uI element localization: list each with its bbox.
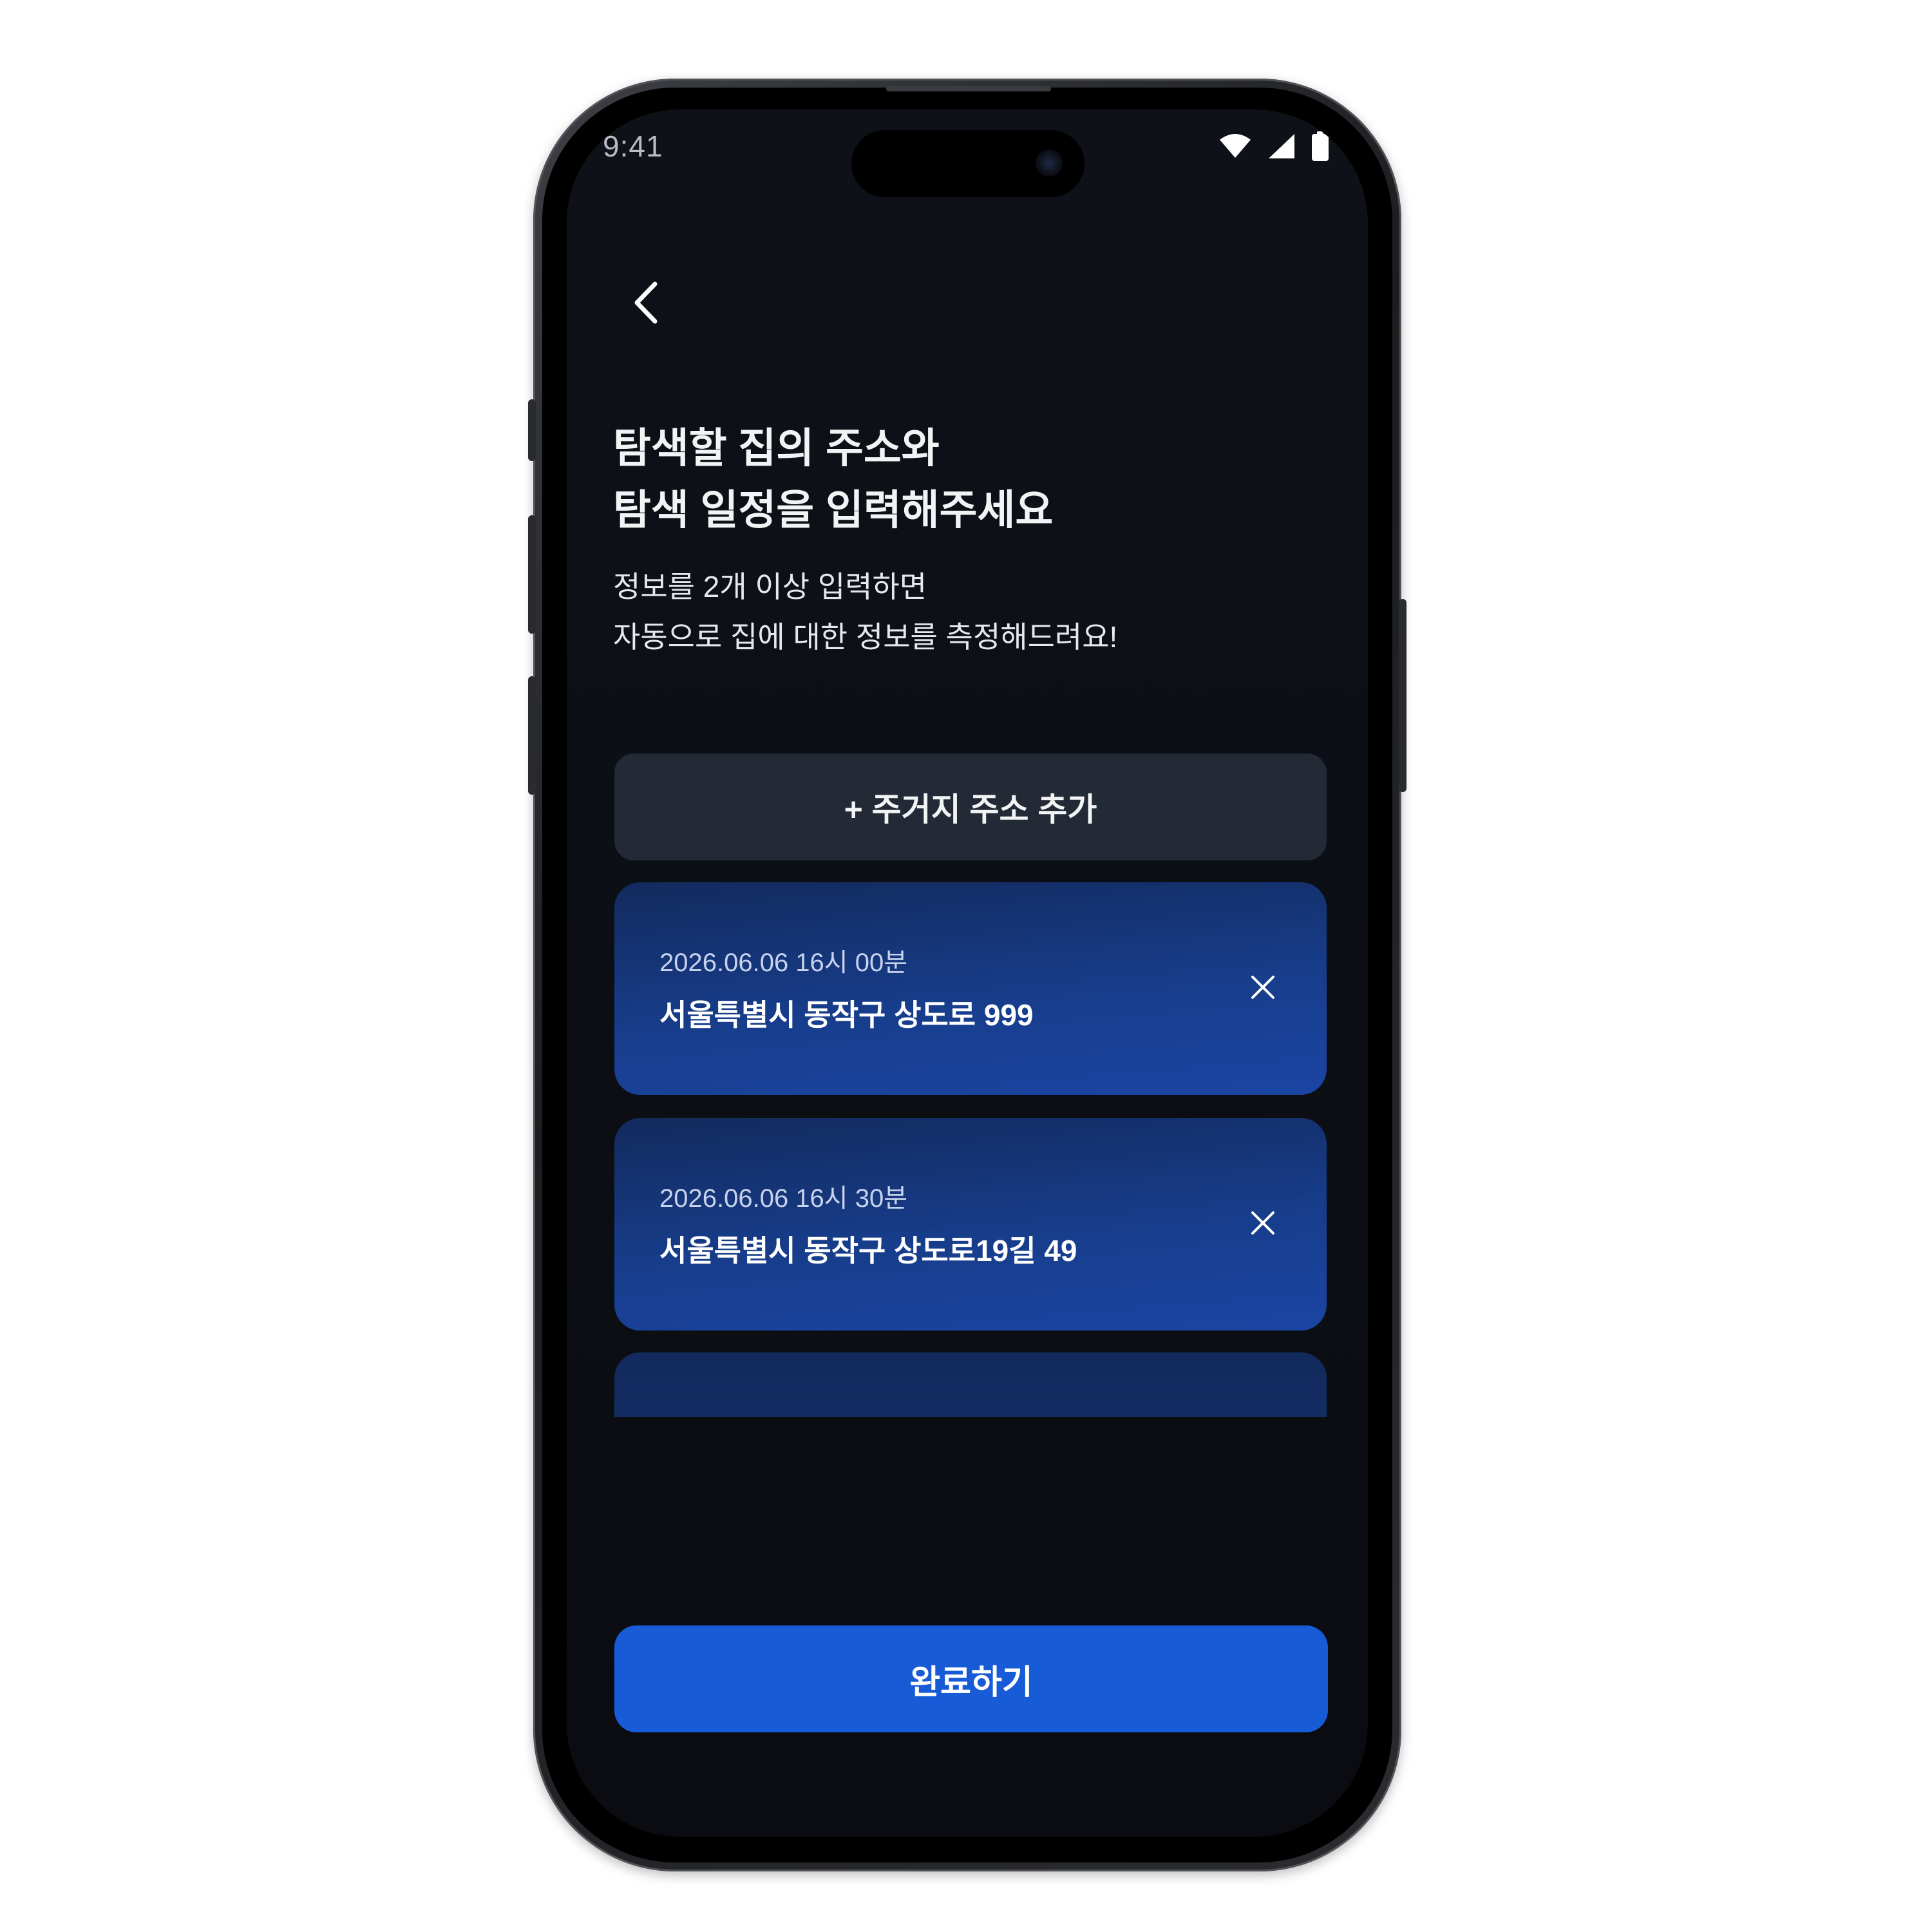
page-description-line-2: 자동으로 집에 대한 정보를 측정해드려요! [613,620,1118,654]
cellular-signal-icon [1267,133,1296,162]
wifi-icon [1218,133,1252,162]
add-address-button[interactable]: + 주거지 주소 추가 [614,753,1327,860]
visit-card-partial[interactable] [614,1352,1327,1417]
phone-power-button [1399,599,1406,792]
chevron-left-icon [633,281,659,327]
dynamic-island [851,130,1084,197]
visit-address: 서울특별시 동작구 상도로19길 49 [659,1234,1077,1267]
phone-silent-switch [528,399,536,461]
close-icon [1250,974,1276,1003]
visit-datetime: 2026.06.06 16시 00분 [659,949,908,977]
visit-card[interactable]: 2026.06.06 16시 00분 서울특별시 동작구 상도로 999 [614,882,1327,1095]
visit-card[interactable]: 2026.06.06 16시 30분 서울특별시 동작구 상도로19길 49 [614,1118,1327,1331]
back-button[interactable] [623,278,668,330]
close-icon [1250,1210,1276,1238]
status-icons [1218,131,1329,164]
remove-visit-button[interactable] [1239,1200,1287,1248]
page-title-line-1: 탐색할 집의 주소와 [613,425,940,471]
page-description-line-1: 정보를 2개 이상 입력하면 [613,570,927,603]
visit-datetime: 2026.06.06 16시 30분 [659,1184,908,1213]
front-camera [1036,149,1063,176]
status-time: 9:41 [603,129,663,163]
page-description: 정보를 2개 이상 입력하면 자동으로 집에 대한 정보를 측정해드려요! [613,562,1117,662]
app-screen: 9:41 탐색할 집의 주소와 탐색 일정을 입력해주세요 정보를 2개 이상 … [567,109,1368,1837]
remove-visit-button[interactable] [1239,965,1287,1012]
phone-volume-up-button [528,515,536,634]
battery-icon [1311,131,1329,164]
page-title: 탐색할 집의 주소와 탐색 일정을 입력해주세요 [613,417,1053,541]
phone-volume-down-button [528,676,536,795]
page-title-line-2: 탐색 일정을 입력해주세요 [613,487,1054,533]
complete-button[interactable]: 완료하기 [614,1625,1328,1732]
visit-address: 서울특별시 동작구 상도로 999 [659,998,1034,1032]
phone-earpiece [886,86,1051,91]
